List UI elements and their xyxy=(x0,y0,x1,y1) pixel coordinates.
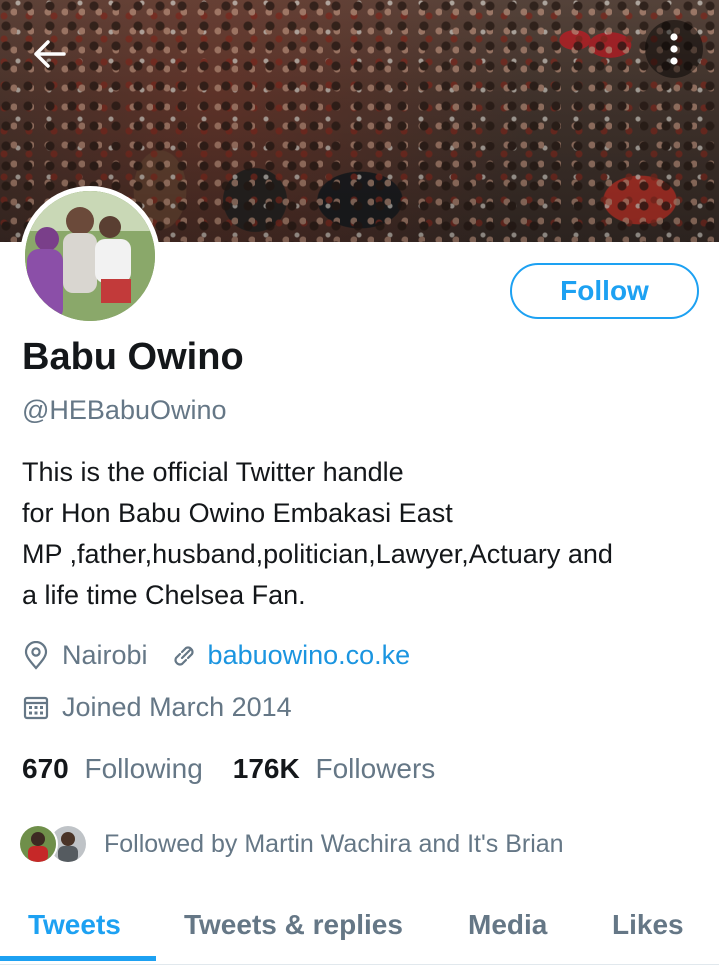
location-pin-icon xyxy=(24,640,48,670)
followers-label: Followers xyxy=(315,753,436,784)
profile-tabs: Tweets Tweets & replies Media Likes xyxy=(0,890,719,965)
bio-line: for Hon Babu Owino Embakasi East xyxy=(22,498,453,528)
tab-likes[interactable]: Likes xyxy=(612,890,684,960)
profile-name: Babu Owino xyxy=(22,336,244,378)
location-link-row: Nairobi babuowino.co.ke xyxy=(22,640,410,671)
tab-tweets-replies[interactable]: Tweets & replies xyxy=(184,890,403,960)
profile-handle: @HEBabuOwino xyxy=(22,395,227,425)
calendar-icon xyxy=(23,696,49,719)
following-link[interactable]: 670 Following xyxy=(22,753,203,785)
bio-line: MP ,father,husband,politician,Lawyer,Act… xyxy=(22,539,613,569)
follow-button[interactable]: Follow xyxy=(510,263,699,319)
link-icon xyxy=(174,645,194,666)
joined-date: Joined March 2014 xyxy=(62,692,292,722)
followers-count: 176K xyxy=(232,753,300,784)
active-tab-indicator xyxy=(0,956,156,961)
tab-tweets[interactable]: Tweets xyxy=(28,890,121,960)
followers-link[interactable]: 176K Followers xyxy=(233,753,436,785)
profile-bio: This is the official Twitter handle for … xyxy=(22,452,712,616)
arrow-left-icon xyxy=(34,40,66,68)
location-text: Nairobi xyxy=(62,640,148,670)
joined-row: Joined March 2014 xyxy=(22,692,292,723)
bio-line: a life time Chelsea Fan. xyxy=(22,580,306,610)
back-button[interactable] xyxy=(22,26,78,82)
profile-avatar[interactable] xyxy=(20,186,160,326)
website-link[interactable]: babuowino.co.ke xyxy=(208,640,411,671)
bio-line: This is the official Twitter handle xyxy=(22,457,404,487)
avatar-photo xyxy=(25,191,155,321)
follow-counts: 670 Following 176K Followers xyxy=(22,753,435,785)
following-count: 670 xyxy=(22,753,69,784)
follower-avatar xyxy=(18,824,58,864)
tab-media[interactable]: Media xyxy=(468,890,547,960)
followed-by-text: Followed by Martin Wachira and It's Bria… xyxy=(104,829,564,858)
more-options-button[interactable] xyxy=(645,20,703,78)
followed-by-row[interactable]: Followed by Martin Wachira and It's Bria… xyxy=(18,824,564,864)
more-vertical-icon xyxy=(670,33,678,65)
following-label: Following xyxy=(84,753,203,784)
